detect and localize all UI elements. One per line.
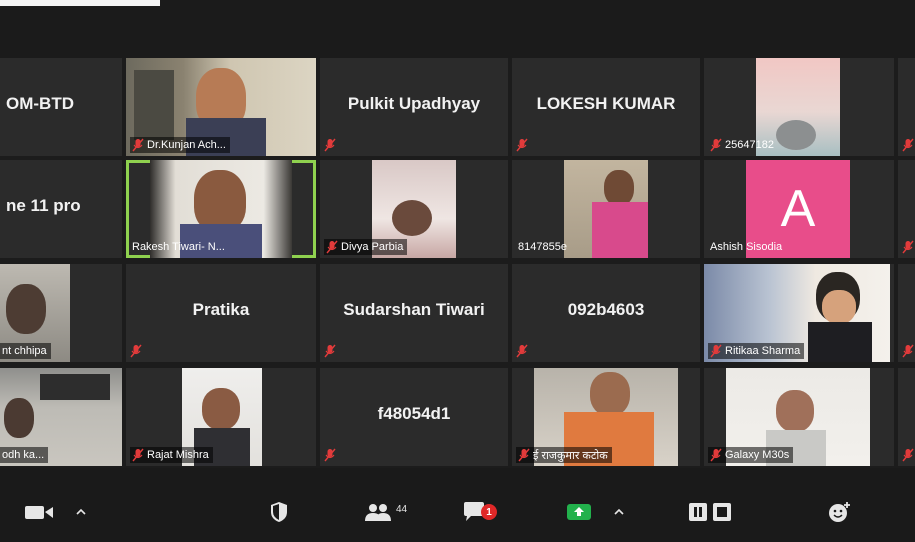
participant-name: OM-BTD — [6, 94, 74, 113]
participant-name: LOKESH KUMAR — [536, 94, 676, 113]
participant-name: Galaxy M30s — [725, 449, 790, 461]
muted-mic-icon — [132, 138, 144, 152]
participant-tile[interactable]: nt chhipa — [0, 264, 122, 362]
muted-mic-icon — [902, 344, 914, 358]
participant-name: ई राजकुमार कटोक — [533, 449, 608, 462]
participant-name: Ashish Sisodia — [710, 241, 783, 253]
chevron-up-icon — [614, 508, 624, 519]
participant-name: ne 11 pro — [6, 196, 81, 215]
share-screen-button[interactable] — [566, 500, 592, 526]
participant-video — [564, 160, 648, 258]
muted-mic-icon — [710, 448, 722, 462]
participant-tile[interactable]: Dr.Kunjan Ach... — [126, 58, 316, 156]
participant-label: Ashish Sisodia — [708, 239, 786, 255]
participant-name: 25647182 — [725, 139, 774, 151]
chevron-up-icon — [76, 508, 86, 519]
muted-mic-icon — [324, 138, 336, 152]
share-options-caret[interactable] — [614, 500, 624, 526]
participant-label: Rajat Mishra — [130, 447, 213, 463]
participant-tile[interactable]: 8147855e — [512, 160, 700, 258]
participant-name: Pratika — [192, 300, 250, 319]
participant-tile[interactable]: 092b4603 — [512, 264, 700, 362]
muted-mic-icon — [130, 344, 142, 358]
participant-label: 25647182 — [708, 137, 778, 153]
participant-tile[interactable]: Pulkit Upadhyay — [320, 58, 508, 156]
participant-label: Ritikaa Sharma — [708, 343, 805, 359]
participant-label: Dr.Kunjan Ach... — [130, 137, 230, 153]
participant-tile[interactable] — [898, 58, 915, 156]
participant-name: Sudarshan Tiwari — [343, 300, 485, 319]
video-options-caret[interactable] — [76, 500, 86, 526]
participant-tile[interactable]: Ritikaa Sharma — [704, 264, 894, 362]
participant-name: 092b4603 — [567, 300, 645, 319]
pause-icon[interactable] — [688, 502, 708, 525]
muted-mic-icon — [326, 240, 338, 254]
muted-mic-icon — [324, 344, 336, 358]
participant-label: Galaxy M30s — [708, 447, 794, 463]
video-camera-icon — [24, 503, 54, 524]
participant-name: Dr.Kunjan Ach... — [147, 139, 226, 151]
muted-mic-icon — [710, 344, 722, 358]
muted-mic-icon — [902, 240, 914, 254]
participant-tile-active-speaker[interactable]: Rakesh Tiwari- N... — [126, 160, 316, 258]
top-edge-highlight — [0, 0, 160, 6]
participant-label: ई राजकुमार कटोक — [516, 447, 612, 463]
participant-name: Ritikaa Sharma — [725, 345, 801, 357]
participants-icon — [364, 502, 392, 525]
participant-tile[interactable]: ई राजकुमार कटोक — [512, 368, 700, 466]
participant-tile[interactable]: f48054d1 — [320, 368, 508, 466]
chat-unread-badge: 1 — [481, 504, 497, 520]
reactions-button[interactable] — [828, 500, 852, 526]
participant-tile[interactable]: Sudarshan Tiwari — [320, 264, 508, 362]
muted-mic-icon — [902, 448, 914, 462]
muted-mic-icon — [132, 448, 144, 462]
participant-name: Rajat Mishra — [147, 449, 209, 461]
muted-mic-icon — [516, 138, 528, 152]
participant-tile[interactable]: Galaxy M30s — [704, 368, 894, 466]
participant-tile[interactable]: A Ashish Sisodia — [704, 160, 894, 258]
security-button[interactable] — [270, 500, 288, 526]
participant-tile[interactable]: 25647182 — [704, 58, 894, 156]
participant-tile[interactable]: Pratika — [126, 264, 316, 362]
muted-mic-icon — [710, 138, 722, 152]
participant-tile[interactable]: Rajat Mishra — [126, 368, 316, 466]
top-bar — [0, 0, 915, 58]
muted-mic-icon — [902, 138, 914, 152]
participant-label: Rakesh Tiwari- N... — [130, 239, 229, 255]
shield-icon — [270, 501, 288, 526]
participant-tile[interactable] — [898, 264, 915, 362]
smiley-plus-icon — [828, 501, 852, 526]
recording-controls[interactable] — [688, 500, 732, 526]
participant-name: Pulkit Upadhyay — [347, 94, 481, 113]
participant-name: nt chhipa — [2, 345, 47, 357]
participant-name: f48054d1 — [377, 404, 451, 423]
participant-tile[interactable]: ne 11 pro — [0, 160, 122, 258]
participants-button[interactable]: 44 — [364, 500, 407, 526]
participant-tile[interactable]: OM-BTD — [0, 58, 122, 156]
stop-icon[interactable] — [712, 502, 732, 525]
muted-mic-icon — [324, 448, 336, 462]
share-screen-icon — [566, 502, 592, 525]
muted-mic-icon — [518, 448, 530, 462]
meeting-toolbar — [0, 468, 915, 542]
participant-tile[interactable] — [898, 368, 915, 466]
participant-tile[interactable]: LOKESH KUMAR — [512, 58, 700, 156]
participant-label: 8147855e — [516, 239, 571, 255]
participants-count: 44 — [396, 503, 408, 515]
participant-label: nt chhipa — [0, 343, 51, 359]
gallery-view: OM-BTD Dr.Kunjan Ach... Pulkit Upadhyay … — [0, 58, 915, 468]
video-button[interactable] — [24, 500, 54, 526]
participant-name: 8147855e — [518, 241, 567, 253]
participant-label: odh ka... — [0, 447, 49, 463]
participant-name: Divya Parbia — [341, 241, 404, 253]
participant-tile[interactable] — [898, 160, 915, 258]
muted-mic-icon — [516, 344, 528, 358]
participant-name: Rakesh Tiwari- N... — [132, 241, 225, 253]
participant-name: odh ka... — [2, 449, 45, 461]
participant-label: Divya Parbia — [324, 239, 408, 255]
participant-tile[interactable]: Divya Parbia — [320, 160, 508, 258]
participant-tile[interactable]: odh ka... — [0, 368, 122, 466]
